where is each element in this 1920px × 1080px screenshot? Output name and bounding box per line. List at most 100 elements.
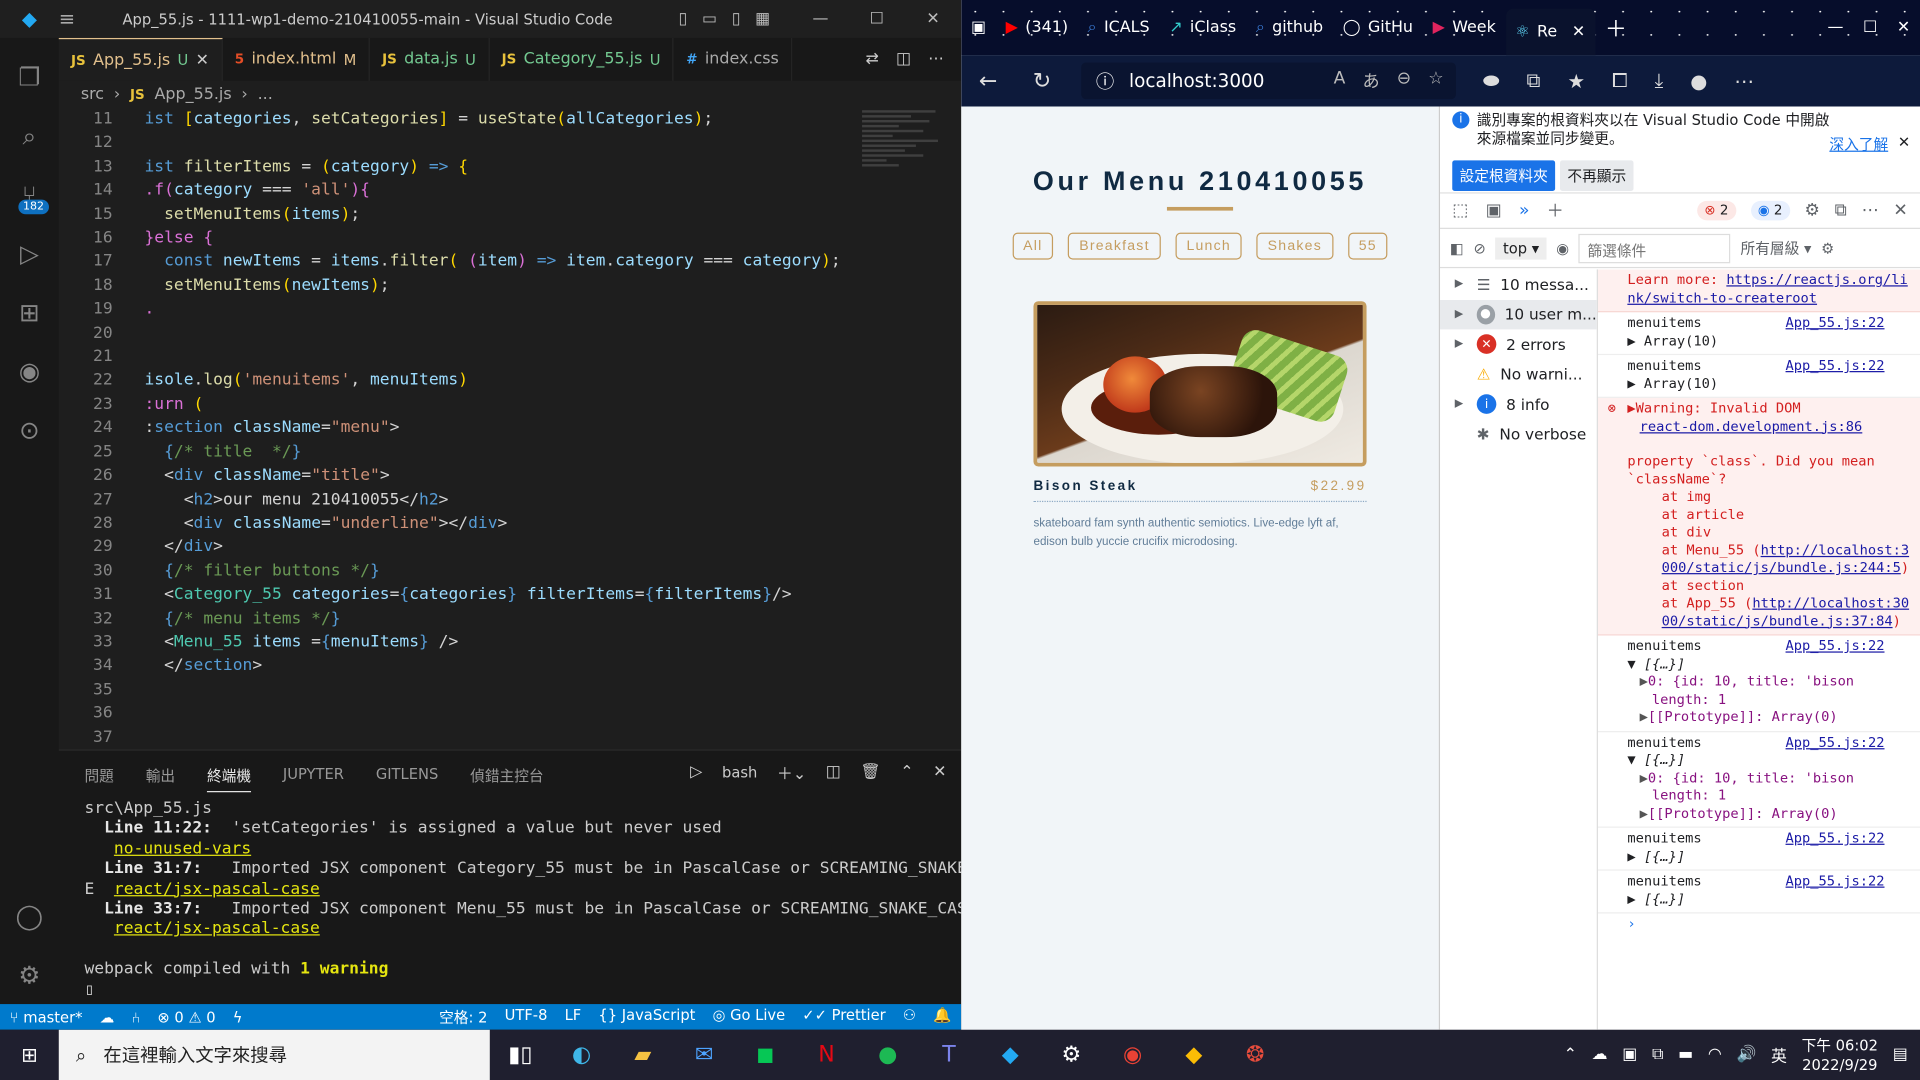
chrome-icon[interactable]: ◉ [1102,1030,1163,1080]
expand-icon[interactable]: ▶ [1627,375,1635,391]
collapse-icon[interactable]: ▼ [1627,656,1635,672]
clear-console-icon[interactable]: ⊘ [1473,239,1485,256]
browser-tab-github-search[interactable]: ⌕ github [1246,0,1333,55]
notifications-icon[interactable]: ▤ [1893,1046,1908,1064]
add-tab-icon[interactable]: ＋ [1547,198,1564,222]
browser-tab-icals[interactable]: ⌕ ICALS [1078,0,1160,55]
sidebar-item-messages[interactable]: ▶ ☰ 10 messa... [1440,269,1597,299]
taskbar-search[interactable]: ⌕ 在這裡輸入文字來搜尋 [58,1029,490,1080]
spotify-icon[interactable]: ● [857,1030,918,1080]
log-value[interactable]: Array(10) [1644,375,1718,391]
windows-start-icon[interactable]: ⊞ [0,1043,59,1066]
split-terminal-icon[interactable]: ◫ [826,763,841,781]
edge-devtools-icon[interactable]: ◉ [0,342,59,401]
panel-tab-terminal[interactable]: 終端機 [206,765,252,793]
teams-icon[interactable]: T [918,1030,979,1080]
zoom-out-icon[interactable]: ⊖ [1397,69,1411,93]
browser-tab-react[interactable]: ⚛ Re ✕ [1505,8,1596,56]
refresh-icon[interactable]: ↻ [1015,68,1069,94]
console-prompt[interactable]: › [1598,913,1920,937]
expand-icon[interactable]: ▶ [1640,805,1648,821]
tab-index-css[interactable]: # index.css [674,37,793,81]
maximize-button[interactable]: ☐ [1853,0,1887,55]
message-badge[interactable]: ◉ 2 [1750,200,1790,221]
minimize-button[interactable]: — [1818,0,1854,55]
translate-icon[interactable]: あ [1363,69,1380,93]
dock-icon[interactable]: ⧉ [1835,201,1847,221]
language-status[interactable]: {} JavaScript [598,1007,695,1028]
log-value[interactable]: [{…}] [1644,752,1685,768]
more-tabs-icon[interactable]: » [1519,201,1530,221]
split-editor-icon[interactable]: ◫ [896,50,911,68]
terminal-shell-label[interactable]: bash [722,763,757,780]
sidebar-item-verbose[interactable]: ✱ No verbose [1440,419,1597,449]
tab-close-icon[interactable]: ✕ [196,51,209,69]
line-icon[interactable]: ◼ [735,1030,796,1080]
minimap[interactable] [862,108,948,206]
filter-55-button[interactable]: 55 [1347,232,1388,260]
dont-show-again-button[interactable]: 不再顯示 [1560,160,1634,192]
code-editor[interactable]: 11 ist [categories, setCategories] = useS… [59,108,961,750]
breadcrumb-symbol[interactable]: ... [258,85,273,103]
terminal-output[interactable]: src\App_55.js Line 11:22: 'setCategories… [59,792,961,1000]
source-link[interactable]: App_55.js:22 [1786,358,1885,376]
new-terminal-icon[interactable]: ＋⌄ [777,760,806,783]
learn-more-link[interactable]: 深入了解 [1829,133,1888,154]
breadcrumb-src[interactable]: src [81,85,104,103]
favorite-add-icon[interactable]: ☆ [1428,69,1443,93]
browser-tab-github[interactable]: ◯ GitHu [1333,0,1423,55]
chevron-up-icon[interactable]: ⌃ [1564,1046,1577,1064]
eol-status[interactable]: LF [565,1007,582,1028]
lightning-icon[interactable]: ϟ [233,1008,243,1025]
source-link[interactable]: App_55.js:22 [1786,830,1885,848]
file-explorer-icon[interactable]: ▰ [612,1030,673,1080]
log-value[interactable]: [{…}] [1644,891,1685,907]
set-root-folder-button[interactable]: 設定根資料夾 [1452,160,1556,192]
explorer-icon[interactable]: ❐ [0,48,59,107]
app-icon[interactable]: ❂ [1225,1030,1286,1080]
more-actions-icon[interactable]: ⋯ [928,50,944,68]
close-panel-icon[interactable]: ✕ [933,763,946,781]
warning-rule[interactable]: react/jsx-pascal-case [114,880,320,898]
log-value[interactable]: [{…}] [1644,656,1685,672]
expand-icon[interactable]: ▶ [1627,848,1635,864]
tab-app55[interactable]: JS App_55.js U ✕ [58,37,223,81]
source-link[interactable]: react-dom.development.js:86 [1640,418,1863,434]
source-link[interactable]: App_55.js:22 [1786,734,1885,752]
expand-icon[interactable]: ▶ [1640,673,1648,689]
tab-category55[interactable]: JS Category_55.js U [489,37,674,81]
ime-indicator[interactable]: 英 [1771,1043,1787,1066]
collections-icon[interactable]: ⧠ [1612,69,1628,93]
device-emulation-icon[interactable]: ▣ [1486,201,1502,221]
wifi-icon[interactable]: ◠ [1708,1046,1722,1064]
tab-data-js[interactable]: JS data.js U [370,37,490,81]
search-icon[interactable]: ⌕ [0,107,59,166]
more-options-icon[interactable]: ⋯ [1862,201,1879,221]
log-value[interactable]: [{…}] [1644,848,1685,864]
settings-gear-icon[interactable]: ⚙ [1041,1030,1102,1080]
menu-icon[interactable]: ≡ [59,7,86,30]
clock[interactable]: 下午 06:02 2022/9/29 [1802,1035,1878,1074]
source-control-icon[interactable]: ⑂ 182 [0,165,59,224]
console-output[interactable]: Learn more: https://reactjs.org/link/swi… [1597,269,1920,1029]
toggle-sidebar-icon[interactable]: ▯ [678,10,687,28]
context-select[interactable]: top ▾ [1495,236,1547,259]
indentation-status[interactable]: 空格: 2 [439,1007,487,1028]
info-icon[interactable]: ⓘ [1096,68,1114,94]
extensions-icon[interactable]: ⊞ [0,283,59,342]
sidebar-item-errors[interactable]: ▶ ✕ 2 errors [1440,329,1597,359]
expand-icon[interactable]: ▶ [1627,400,1635,416]
close-devtools-icon[interactable]: ✕ [1893,201,1907,221]
maximize-button[interactable]: ☐ [849,10,905,28]
vscode-taskbar-icon[interactable]: ◆ [980,1030,1041,1080]
minimize-button[interactable]: — [792,10,848,28]
expand-icon[interactable]: ▶ [1627,891,1635,907]
downloads-icon[interactable]: ⤓ [1655,69,1664,93]
warning-rule[interactable]: react/jsx-pascal-case [114,920,320,938]
battery-icon[interactable]: ▬ [1678,1046,1693,1064]
sync-icon[interactable]: ☁ [100,1008,115,1025]
panel-tab-output[interactable]: 輸出 [146,765,175,786]
browser-tab-youtube[interactable]: ▶ (341) [996,0,1078,55]
collapse-icon[interactable]: ▼ [1627,752,1635,768]
source-link[interactable]: App_55.js:22 [1786,315,1885,333]
